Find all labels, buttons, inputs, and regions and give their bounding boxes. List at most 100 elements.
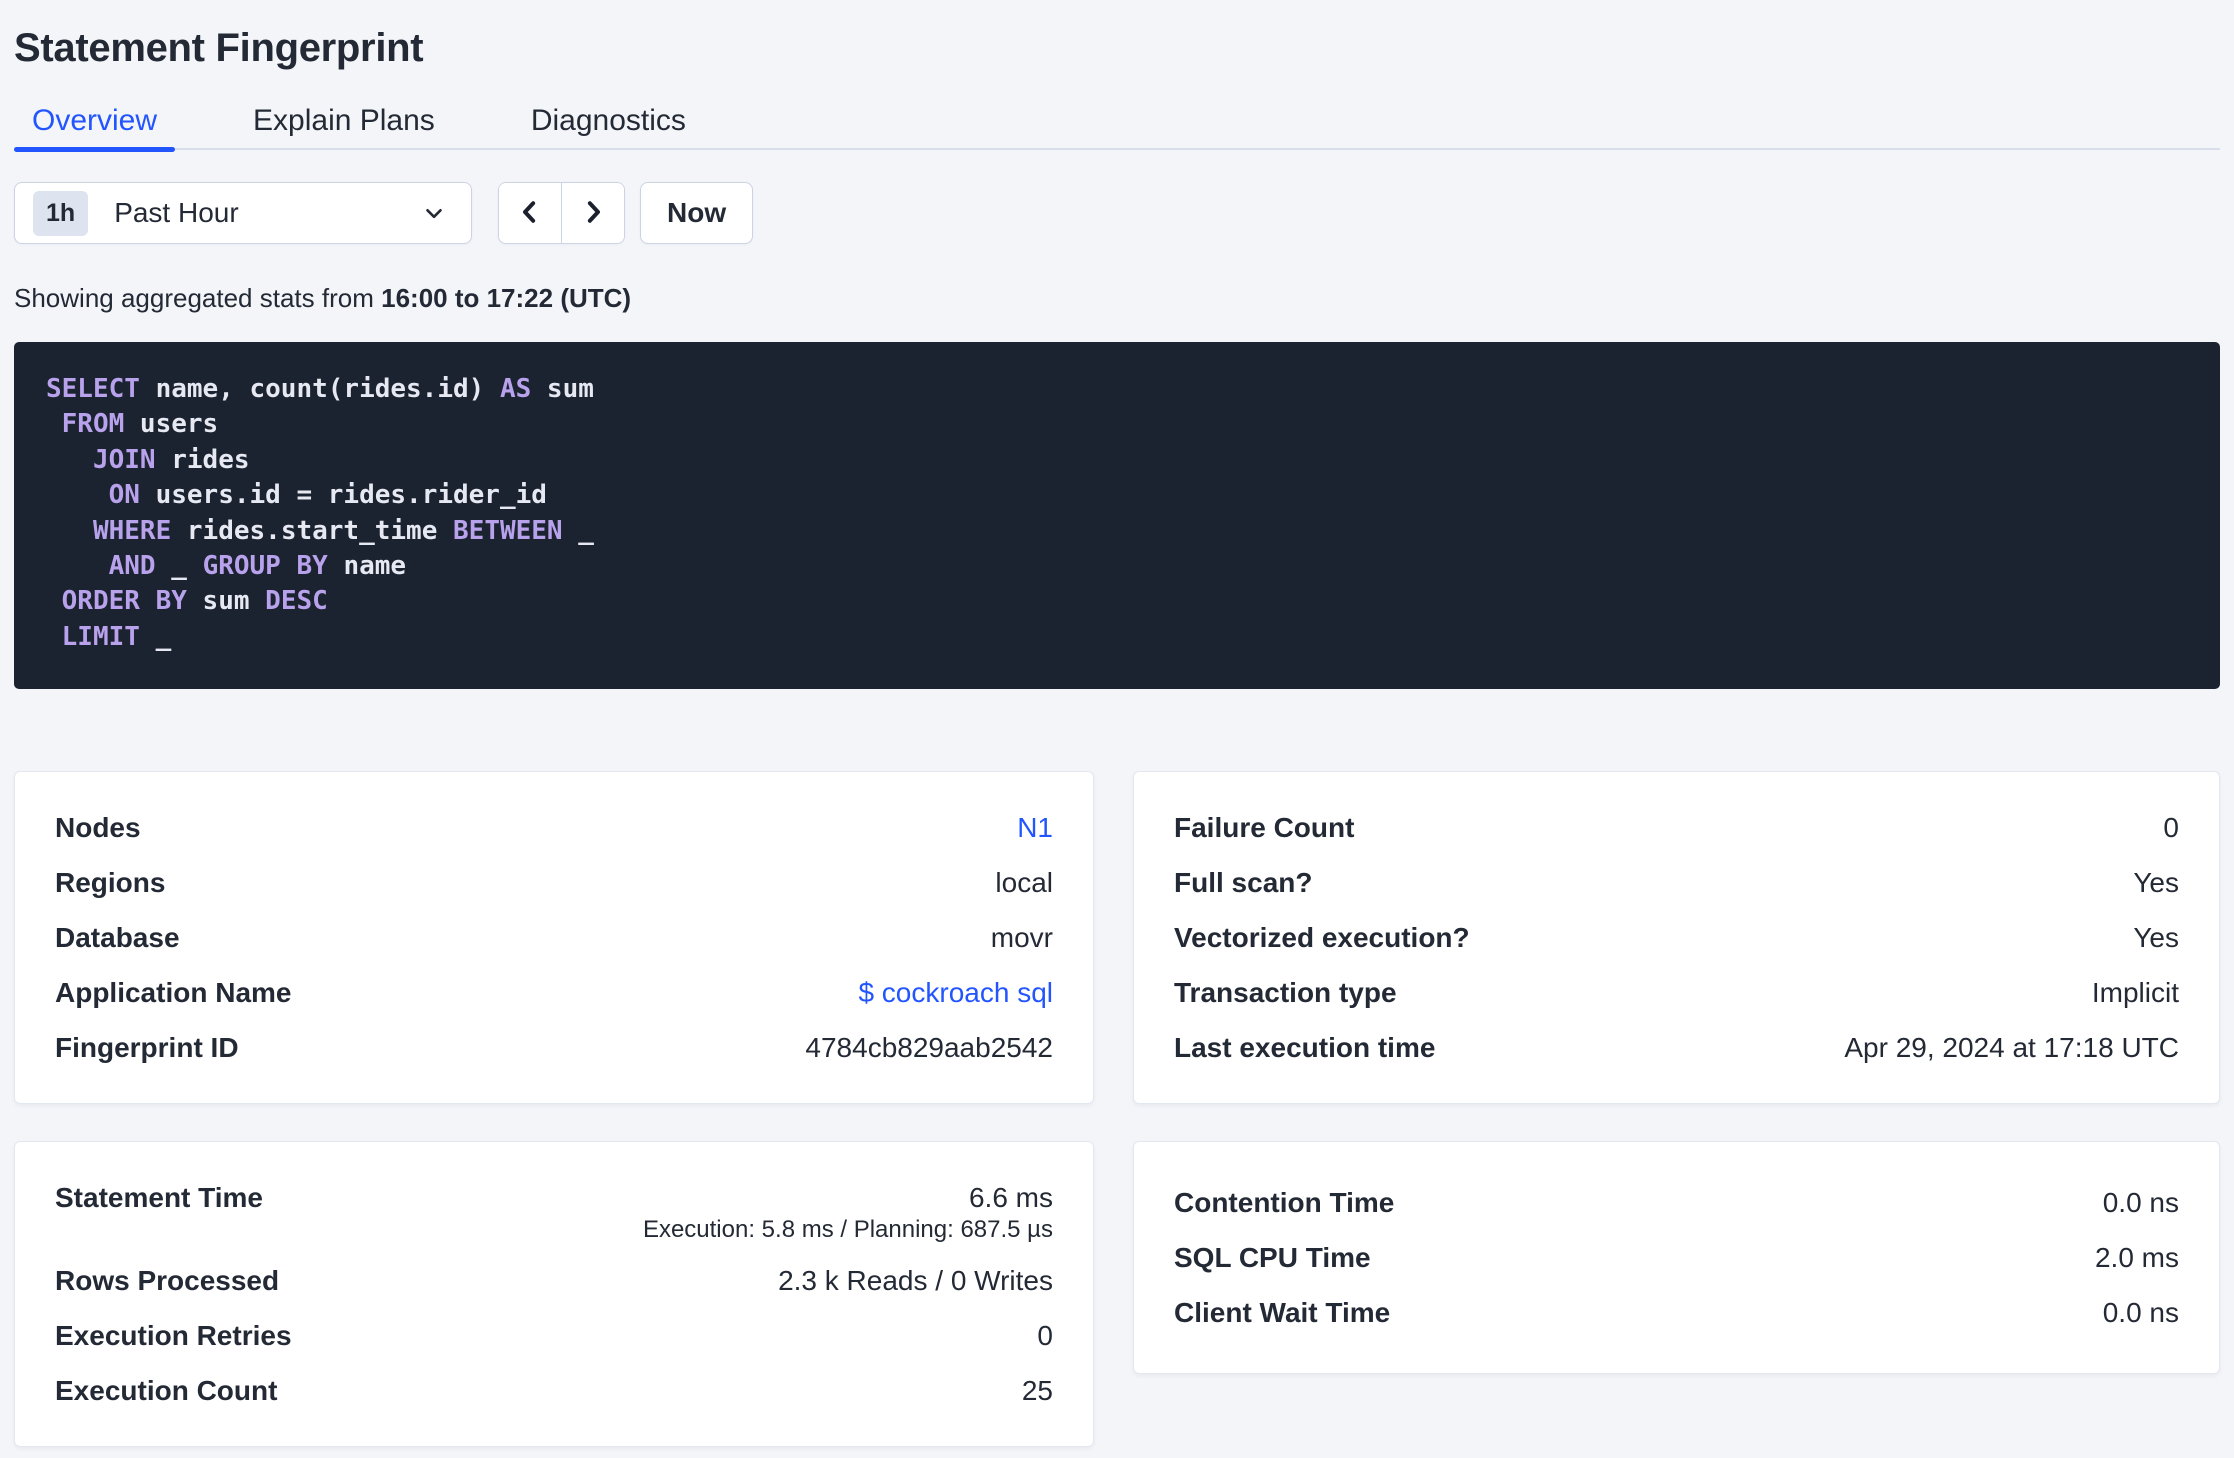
summary-row: Rows Processed 2.3 k Reads / 0 Writes [55, 1253, 1053, 1308]
summary-label: Rows Processed [55, 1265, 280, 1296]
sql-line: FROM users [61, 409, 219, 440]
summary-row: Last execution time Apr 29, 2024 at 17:18… [1174, 1020, 2179, 1075]
summary-label: SQL CPU Time [1174, 1242, 1371, 1273]
summary-row: Contention Time 0.0 ns [1174, 1175, 2179, 1230]
summary-row: Fingerprint ID 4784cb829aab2542 [55, 1020, 1053, 1075]
summary-value-link[interactable]: $ cockroach sql [858, 965, 1053, 1020]
card-wait-times: Contention Time 0.0 ns SQL CPU Time 2.0 ms C… [1133, 1141, 2220, 1374]
next-time-button[interactable] [561, 183, 624, 243]
sql-line: ON users.id = rides.rider_id [108, 480, 547, 511]
summary-subvalue: Execution: 5.8 ms / Planning: 687.5 µs [642, 1216, 1053, 1243]
summary-value: 0 [2163, 800, 2179, 855]
summary-value: 25 [1022, 1363, 1053, 1418]
summary-label: Execution Retries [55, 1320, 292, 1351]
summary-row: Full scan? Yes [1174, 855, 2179, 910]
summary-value: local [995, 855, 1053, 910]
summary-value: 0 [1037, 1308, 1053, 1363]
summary-value-main: 25 [1021, 1375, 1053, 1406]
summary-value-main: Yes [2133, 867, 2179, 898]
summary-label: Full scan? [1174, 867, 1313, 898]
time-range-badge: 1h [33, 190, 89, 236]
summary-label: Client Wait Time [1174, 1297, 1391, 1328]
summary-value-main: N1 [1017, 812, 1053, 843]
summary-value: 2.0 ms [2095, 1230, 2179, 1285]
chevron-right-icon [578, 197, 608, 230]
sql-statement-code: SELECT name, count(rides.id) AS sum FROM… [46, 372, 2196, 655]
summary-grid-top: Nodes N1 Regions local Database movr Applicati… [14, 771, 2220, 1104]
summary-grid-bottom: Statement Time 6.6 ms Execution: 5.8 ms / … [14, 1141, 2220, 1447]
summary-value: 0.0 ns [2103, 1175, 2179, 1230]
card-overview-details: Nodes N1 Regions local Database movr Applicati… [14, 771, 1094, 1104]
aggregated-stats-prefix: Showing aggregated stats from [14, 283, 382, 313]
summary-row: Execution Retries 0 [55, 1308, 1053, 1363]
summary-label: Nodes [55, 812, 141, 843]
summary-label: Execution Count [55, 1375, 278, 1406]
time-range-select[interactable]: 1h Past Hour [14, 182, 472, 244]
summary-value: 6.6 ms Execution: 5.8 ms / Planning: 687.… [643, 1170, 1053, 1253]
summary-row: Nodes N1 [55, 800, 1053, 855]
summary-value: Yes [2133, 855, 2179, 910]
chevron-left-icon [515, 197, 545, 230]
summary-label: Application Name [55, 977, 292, 1008]
summary-row: Regions local [55, 855, 1053, 910]
statement-fingerprint-page: Statement Fingerprint Overview Explain P… [0, 0, 2234, 1458]
card-execution-attributes: Failure Count 0 Full scan? Yes Vectorized ex… [1133, 771, 2220, 1104]
summary-label: Failure Count [1174, 812, 1355, 843]
summary-row: Execution Count 25 [55, 1363, 1053, 1418]
chevron-down-icon [421, 200, 447, 226]
summary-value: 0.0 ns [2103, 1285, 2179, 1340]
summary-label: Last execution time [1174, 1032, 1436, 1063]
sql-statement-box: SELECT name, count(rides.id) AS sum FROM… [14, 342, 2220, 689]
sql-line: AND _ GROUP BY name [108, 551, 407, 582]
tab-bar: Overview Explain Plans Diagnostics [14, 102, 2220, 152]
summary-value: movr [991, 910, 1053, 965]
time-controls: 1h Past Hour Now [14, 182, 2220, 244]
summary-value: Yes [2133, 910, 2179, 965]
summary-row: Vectorized execution? Yes [1174, 910, 2179, 965]
summary-value-main: 4784cb829aab2542 [805, 1032, 1053, 1063]
summary-value-main: 0 [1037, 1320, 1053, 1351]
tab-diagnostics[interactable]: Diagnostics [513, 102, 704, 150]
time-range-label: Past Hour [114, 197, 239, 228]
sql-line: ORDER BY sum DESC [61, 586, 328, 617]
prev-time-button[interactable] [499, 183, 562, 243]
summary-value-main: 0 [2163, 812, 2179, 843]
now-button[interactable]: Now [640, 182, 754, 244]
summary-value-main: $ cockroach sql [858, 977, 1053, 1008]
summary-label: Database [55, 922, 180, 953]
summary-label: Statement Time [55, 1182, 263, 1213]
summary-label: Transaction type [1174, 977, 1397, 1008]
summary-value: 4784cb829aab2542 [805, 1020, 1053, 1075]
card-statement-times: Statement Time 6.6 ms Execution: 5.8 ms / … [14, 1141, 1094, 1447]
summary-row: Database movr [55, 910, 1053, 965]
summary-row: Failure Count 0 [1174, 800, 2179, 855]
summary-value: Implicit [2092, 965, 2179, 1020]
summary-value-main: 0.0 ns [2102, 1187, 2179, 1218]
sql-line: SELECT name, count(rides.id) AS sum [46, 374, 594, 404]
summary-value-main: Implicit [2091, 977, 2179, 1008]
summary-row: SQL CPU Time 2.0 ms [1174, 1230, 2179, 1285]
summary-value-link[interactable]: N1 [1017, 800, 1053, 855]
summary-row: Transaction type Implicit [1174, 965, 2179, 1020]
summary-row: Client Wait Time 0.0 ns [1174, 1285, 2179, 1340]
aggregated-stats-range: 16:00 to 17:22 (UTC) [381, 283, 632, 313]
summary-value-main: movr [990, 922, 1053, 953]
summary-label: Vectorized execution? [1174, 922, 1470, 953]
summary-value-main: local [995, 867, 1053, 898]
aggregated-stats-text: Showing aggregated stats from 16:00 to 1… [14, 282, 2220, 314]
summary-row: Statement Time 6.6 ms Execution: 5.8 ms / … [55, 1170, 1053, 1253]
tab-explain-plans[interactable]: Explain Plans [235, 102, 453, 150]
page-title: Statement Fingerprint [14, 26, 424, 70]
summary-label: Contention Time [1174, 1187, 1395, 1218]
tab-overview[interactable]: Overview [14, 102, 176, 152]
summary-row: Application Name $ cockroach sql [55, 965, 1053, 1020]
sql-line: WHERE rides.start_time BETWEEN _ [92, 515, 594, 546]
summary-value-main: Yes [2133, 922, 2179, 953]
summary-value-main: Apr 29, 2024 at 17:18 UTC [1844, 1032, 2179, 1063]
sql-line: JOIN rides [92, 444, 250, 475]
time-nav-group [498, 182, 625, 244]
sql-line: LIMIT _ [61, 621, 172, 652]
summary-value: Apr 29, 2024 at 17:18 UTC [1844, 1020, 2179, 1075]
summary-label: Regions [55, 867, 166, 898]
summary-value-main: 0.0 ns [2102, 1297, 2179, 1328]
